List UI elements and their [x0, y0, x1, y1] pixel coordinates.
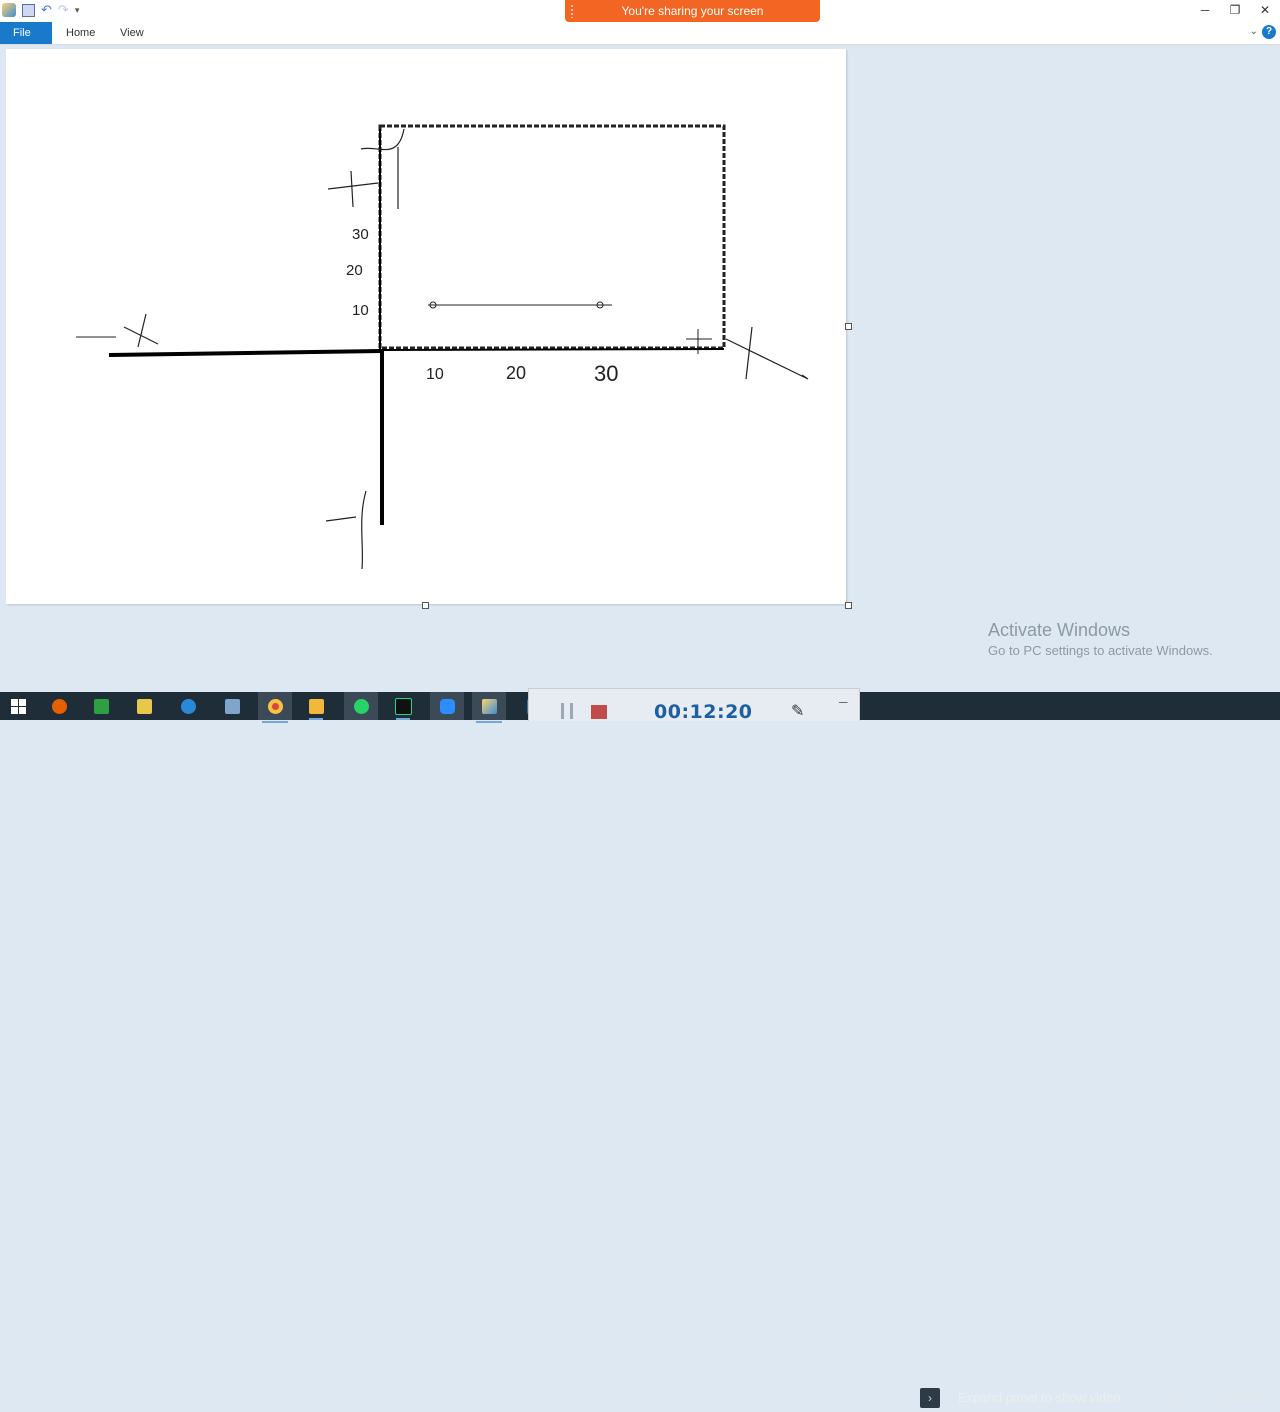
file-icon[interactable] [221, 695, 243, 717]
canvas-resize-handle-bottom[interactable] [422, 602, 429, 609]
y-letter-top [360, 128, 405, 209]
drag-grip-icon[interactable] [570, 4, 574, 18]
save-icon[interactable] [22, 3, 35, 17]
restore-button[interactable]: ❐ [1220, 0, 1250, 22]
undo-icon[interactable]: ↶ [41, 3, 52, 17]
x-letter-left [123, 313, 159, 348]
stop-button[interactable] [591, 705, 607, 719]
activate-windows-subtitle: Go to PC settings to activate Windows. [988, 643, 1213, 658]
tick-label-x-10: 10 [426, 366, 444, 383]
notes-icon[interactable] [133, 695, 155, 717]
chevron-right-icon: › [920, 1388, 940, 1408]
tick-label-x-20: 20 [506, 363, 526, 383]
whatsapp-icon[interactable] [344, 692, 378, 720]
sharing-text: You're sharing your screen [621, 4, 764, 18]
show-hidden-icons-icon[interactable]: ⌃ [1137, 1392, 1146, 1405]
canvas-resize-handle-right[interactable] [845, 323, 852, 330]
screen-sharing-banner[interactable]: You're sharing your screen [565, 0, 820, 22]
battery-icon[interactable]: ▯ [1154, 1392, 1160, 1405]
workspace: 10 20 30 10 20 30 Activate Windows Go to… [0, 45, 1280, 692]
minimize-button[interactable]: ─ [1190, 0, 1220, 22]
drawing-canvas[interactable]: 10 20 30 10 20 30 [6, 49, 846, 604]
collapse-ribbon-icon[interactable]: ⌄ [1250, 26, 1258, 37]
internet-explorer-icon[interactable] [177, 695, 199, 717]
tab-home[interactable]: Home [53, 22, 108, 44]
selection-rectangle [378, 124, 726, 350]
expand-panel-label: Expand panel to show video [958, 1390, 1121, 1405]
minimize-recorder-icon[interactable]: ─ [839, 695, 848, 709]
quick-access-toolbar: ↶ ↷ ▾ [2, 3, 79, 17]
x-axis-line-right [381, 348, 725, 351]
tab-view[interactable]: View [107, 22, 157, 44]
tab-file[interactable]: File [0, 22, 52, 44]
help-icon[interactable]: ? [1262, 25, 1276, 39]
system-tray: ⌃ ▯ ◫ ◁ 4:17 PM [1137, 1384, 1280, 1412]
canvas-drawing: 10 20 30 10 20 30 [76, 124, 809, 570]
camtasia-icon[interactable] [90, 695, 112, 717]
pen-icon[interactable]: ✎ [791, 701, 804, 721]
start-button[interactable] [7, 695, 29, 717]
windows-logo-icon [10, 698, 26, 714]
tick-label-x-30: 30 [594, 361, 618, 386]
tick-label-y-30: 30 [352, 226, 369, 243]
title-bar: ↶ ↷ ▾ You're sharing your screen ─ ❐ ✕ [0, 0, 1280, 23]
chrome-icon[interactable] [258, 692, 292, 723]
zoom-icon[interactable] [430, 692, 464, 720]
close-button[interactable]: ✕ [1250, 0, 1280, 22]
paint-taskbar-icon[interactable] [472, 692, 506, 723]
taskbar-clock[interactable]: 4:17 PM [1219, 1392, 1260, 1404]
pause-button[interactable] [561, 703, 573, 719]
paint-app-icon[interactable] [2, 3, 16, 17]
tick-label-y-20: 20 [346, 262, 363, 279]
firefox-icon[interactable] [48, 695, 70, 717]
pycharm-icon[interactable] [392, 695, 414, 720]
window-controls: ─ ❐ ✕ [1190, 0, 1280, 22]
x-letter-right [725, 326, 809, 380]
expand-panel-button[interactable]: › Expand panel to show video [920, 1384, 1121, 1412]
x-axis-line [108, 349, 383, 357]
plus-mark-right [686, 329, 712, 354]
volume-icon[interactable]: ◁ [1187, 1392, 1195, 1405]
file-explorer-icon[interactable] [305, 695, 327, 720]
canvas-resize-handle-corner[interactable] [845, 602, 852, 609]
customize-toolbar-dropdown-icon[interactable]: ▾ [75, 5, 80, 16]
y-letter-bottom [325, 490, 367, 570]
plus-mark-top [327, 170, 379, 208]
network-icon[interactable]: ◫ [1168, 1392, 1178, 1405]
recorder-control-bar: 00:12:20 ✎ ─ [528, 688, 860, 723]
tick-label-y-10: 10 [352, 302, 369, 319]
redo-icon[interactable]: ↷ [58, 3, 69, 17]
ribbon-tabs: File Home View ⌄ ? [0, 22, 1280, 45]
activate-windows-title: Activate Windows [988, 620, 1131, 640]
